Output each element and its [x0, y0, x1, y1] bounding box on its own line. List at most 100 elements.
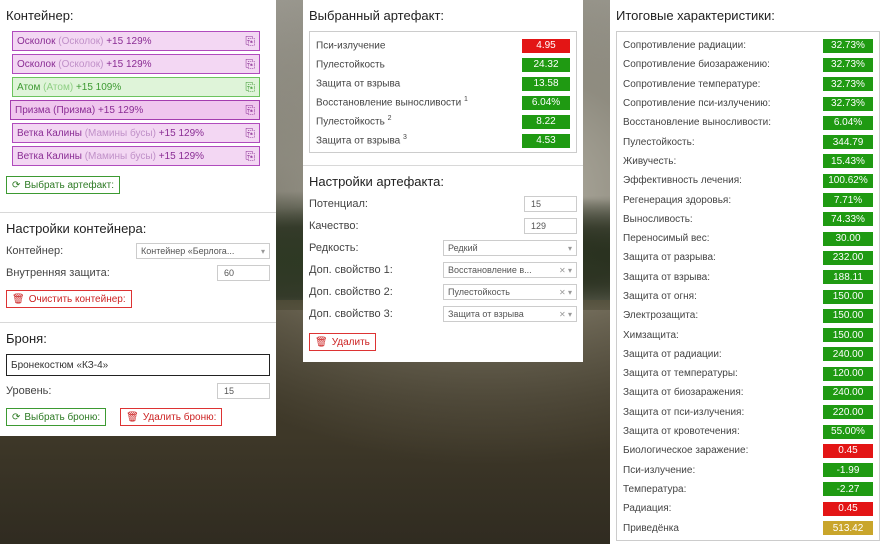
potential-label: Потенциал: [309, 198, 368, 210]
chevron-down-icon: ▾ [567, 309, 572, 319]
extra2-label: Доп. свойство 2: [309, 286, 393, 298]
stat-sup: 3 [403, 134, 407, 142]
container-select[interactable]: Контейнер «Берлога... ▾ [136, 243, 270, 259]
total-value: 32.73% [823, 57, 873, 72]
stat-value: 13.58 [522, 76, 570, 91]
artifact-settings-section: Настройки артефакта: Потенциал: 15 Качес… [303, 165, 583, 359]
copy-icon[interactable]: ⎘ [245, 57, 255, 72]
total-stat-row: Сопротивление радиации: 32.73% [623, 36, 873, 55]
total-label: Живучесть: [623, 155, 677, 167]
stat-value: 4.53 [522, 133, 570, 148]
selected-artifact-section: Выбранный артефакт: Пси-излучение 4.95 Пу… [303, 0, 583, 165]
total-value: 6.04% [823, 115, 873, 130]
total-value: 32.73% [823, 38, 873, 53]
total-label: Переносимый вес: [623, 233, 710, 245]
delete-armor-button[interactable]: 🗑 Удалить броню: [120, 408, 223, 426]
container-artifact-item[interactable]: Атом (Атом) +15 109% ⎘ [12, 77, 260, 97]
chevron-down-icon: ▾ [260, 246, 265, 256]
stat-label: Восстановление выносливости [316, 97, 462, 109]
copy-icon[interactable]: ⎘ [245, 149, 255, 164]
total-label: Температура: [623, 483, 687, 495]
copy-icon[interactable]: ⎘ [245, 80, 255, 95]
rarity-select[interactable]: Редкий ▾ [443, 240, 577, 256]
total-value: 30.00 [823, 231, 873, 246]
total-value: 32.73% [823, 77, 873, 92]
container-artifact-item[interactable]: Призма (Призма) +15 129% ⎘ [10, 100, 260, 120]
total-label: Защита от биозаражения: [623, 387, 744, 399]
left-panel: Контейнер: Осколок (Осколок) +15 129% ⎘ Ос… [0, 0, 276, 436]
total-label: Выносливость: [623, 213, 693, 225]
delete-artifact-button[interactable]: 🗑 Удалить [309, 333, 376, 351]
total-label: Сопротивление температуре: [623, 78, 761, 90]
right-panel: Итоговые характеристики: Сопротивление р… [610, 0, 886, 544]
select-artifact-button[interactable]: ⟳ Выбрать артефакт: [6, 176, 121, 194]
armor-level-input[interactable]: 15 [217, 383, 270, 399]
total-label: Защита от разрыва: [623, 252, 716, 264]
total-label: Восстановление выносливости: [623, 117, 771, 129]
chevron-down-icon: ▾ [567, 243, 572, 253]
extra2-select[interactable]: Пулестойкость ✕ ▾ [443, 284, 577, 300]
total-value: 220.00 [823, 405, 873, 420]
total-stat-row: Приведёнка 513.42 [623, 518, 873, 537]
container-artifact-item[interactable]: Осколок (Осколок) +15 129% ⎘ [12, 31, 260, 51]
selected-stat-row: Пулестойкость 2 8.22 [316, 112, 570, 131]
total-value: 32.73% [823, 96, 873, 111]
total-label: Сопротивление пси-излучению: [623, 98, 771, 110]
total-label: Пси-излучение: [623, 464, 696, 476]
total-stat-row: Защита от разрыва: 232.00 [623, 248, 873, 267]
total-value: 7.71% [823, 193, 873, 208]
armor-name-input[interactable]: Бронекостюм «КЗ-4» [6, 354, 270, 376]
total-value: 150.00 [823, 289, 873, 304]
total-stat-row: Выносливость: 74.33% [623, 210, 873, 229]
total-label: Защита от пси-излучения: [623, 406, 745, 418]
extra3-select[interactable]: Защита от взрыва ✕ ▾ [443, 306, 577, 322]
total-label: Сопротивление радиации: [623, 40, 746, 52]
container-artifact-list: Осколок (Осколок) +15 129% ⎘ Осколок (Оско… [6, 31, 270, 166]
artifact-subname: (Призма) [53, 104, 96, 116]
potential-input[interactable]: 15 [524, 196, 577, 212]
stat-value: 4.95 [522, 38, 570, 53]
clear-x-icon[interactable]: ✕ [559, 310, 566, 319]
clear-container-button[interactable]: 🗑 Очистить контейнер: [6, 290, 132, 308]
container-settings-section: Настройки контейнера: Контейнер: Контейн… [0, 212, 276, 322]
container-artifact-item[interactable]: Ветка Калины (Мамины бусы) +15 129% ⎘ [12, 146, 260, 166]
artifact-name: Ветка Калины [17, 127, 82, 139]
copy-icon[interactable]: ⎘ [245, 126, 255, 141]
trash-icon: 🗑 [126, 411, 139, 423]
total-label: Биологическое заражение: [623, 445, 749, 457]
total-stat-row: Сопротивление пси-излучению: 32.73% [623, 94, 873, 113]
total-label: Защита от огня: [623, 291, 697, 302]
stat-sup: 2 [387, 115, 392, 123]
quality-input[interactable]: 129 [524, 218, 577, 234]
refresh-icon: ⟳ [12, 179, 21, 191]
artifact-name: Призма [15, 104, 51, 116]
total-stat-row: Пулестойкость: 344.79 [623, 132, 873, 151]
total-stat-row: Регенерация здоровья: 7.71% [623, 190, 873, 209]
total-value: 74.33% [823, 212, 873, 227]
total-label: Химзащита: [623, 329, 679, 341]
total-stat-row: Защита от пси-излучения: 220.00 [623, 403, 873, 422]
chevron-down-icon: ▾ [567, 265, 572, 275]
stat-value: 6.04% [522, 95, 570, 110]
container-label: Контейнер: [6, 245, 64, 257]
artifact-subname: (Атом) [43, 81, 74, 93]
copy-icon[interactable]: ⎘ [245, 34, 255, 49]
trash-icon: 🗑 [315, 336, 328, 348]
artifact-level: +15 129% [106, 35, 152, 47]
clear-x-icon[interactable]: ✕ [559, 288, 566, 297]
artifact-subname: (Осколок) [58, 58, 104, 70]
select-armor-button[interactable]: ⟳ Выбрать броню: [6, 408, 107, 426]
inner-protection-input[interactable]: 60 [217, 265, 270, 281]
extra1-select[interactable]: Восстановление в... ✕ ▾ [443, 262, 577, 278]
total-value: 513.42 [823, 521, 873, 536]
clear-x-icon[interactable]: ✕ [559, 266, 566, 275]
container-artifact-item[interactable]: Осколок (Осколок) +15 129% ⎘ [12, 54, 260, 74]
total-stat-row: Эффективность лечения: 100.62% [623, 171, 873, 190]
total-stat-row: Сопротивление биозаражению: 32.73% [623, 55, 873, 74]
container-artifact-item[interactable]: Ветка Калины (Мамины бусы) +15 129% ⎘ [12, 123, 260, 143]
total-stat-row: Восстановление выносливости: 6.04% [623, 113, 873, 132]
artifact-subname: (Осколок) [58, 35, 104, 47]
copy-icon[interactable]: ⎘ [245, 103, 255, 118]
stat-label: Пулестойкость [316, 116, 385, 128]
stat-value: 24.32 [522, 57, 570, 72]
